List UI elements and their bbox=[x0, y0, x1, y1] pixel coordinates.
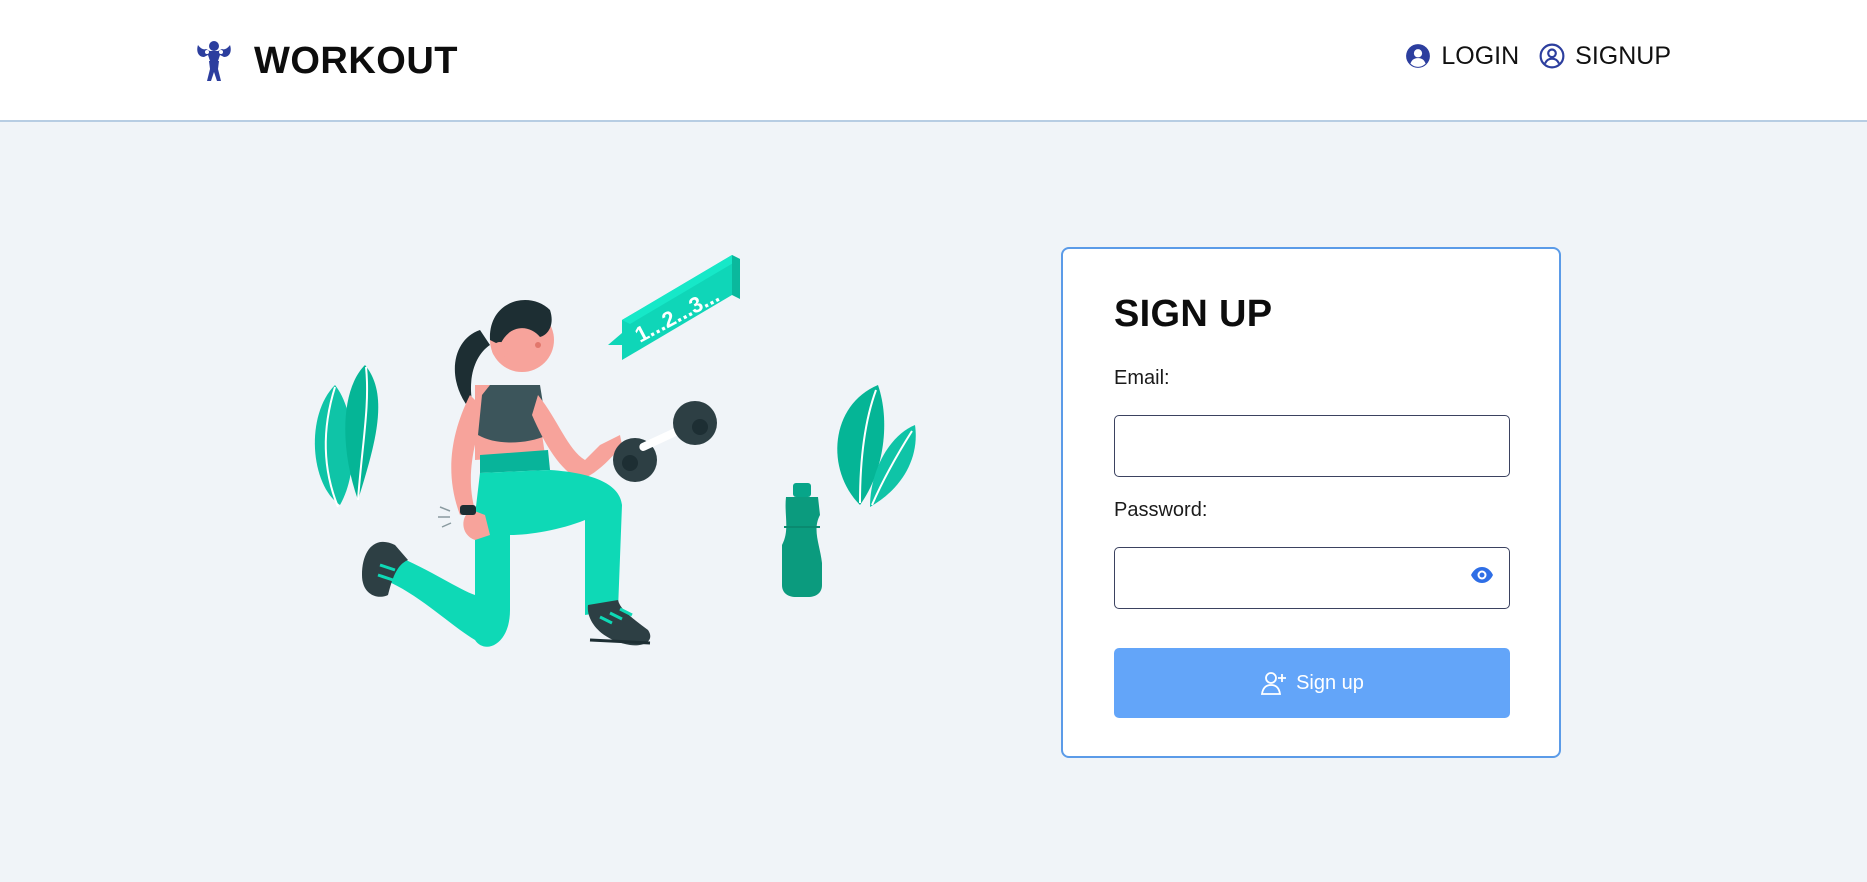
woman-lifting-dumbbell-illustration: 1...2...3... bbox=[314, 255, 916, 647]
counter-banner: 1...2...3... bbox=[608, 255, 740, 360]
eye-icon[interactable] bbox=[1470, 563, 1494, 587]
email-label: Email: bbox=[1114, 367, 1170, 389]
signup-submit-button[interactable]: Sign up bbox=[1114, 648, 1510, 718]
dumbbell-icon bbox=[613, 401, 717, 482]
user-circle-filled-icon bbox=[1406, 44, 1431, 68]
signup-submit-label: Sign up bbox=[1296, 671, 1364, 694]
signup-title: SIGN UP bbox=[1114, 293, 1273, 335]
water-bottle-icon bbox=[782, 483, 822, 597]
nav-login-label: LOGIN bbox=[1441, 41, 1520, 70]
plant-right-icon bbox=[837, 385, 916, 507]
nav-signup-link[interactable]: SIGNUP bbox=[1539, 42, 1671, 71]
brand-name: WORKOUT bbox=[254, 39, 459, 82]
flexing-bodybuilder-icon bbox=[197, 41, 231, 81]
woman-figure bbox=[362, 300, 717, 647]
plant-left-icon bbox=[314, 365, 379, 508]
password-field[interactable] bbox=[1114, 547, 1510, 609]
brand[interactable]: WORKOUT bbox=[194, 36, 458, 86]
email-field[interactable] bbox=[1114, 415, 1510, 477]
navbar: WORKOUT LOGIN SIGNUP bbox=[0, 0, 1867, 122]
nav-signup-label: SIGNUP bbox=[1575, 41, 1671, 70]
nav-login-link[interactable]: LOGIN bbox=[1405, 42, 1519, 71]
user-circle-outline-icon bbox=[1539, 43, 1565, 69]
signup-card: SIGN UP Email: Password: Sign up bbox=[1061, 247, 1561, 758]
password-label: Password: bbox=[1114, 499, 1208, 521]
fitness-illustration: 1...2...3... bbox=[300, 245, 940, 715]
nav-links: LOGIN SIGNUP bbox=[1385, 38, 1671, 74]
user-plus-icon bbox=[1261, 672, 1287, 695]
